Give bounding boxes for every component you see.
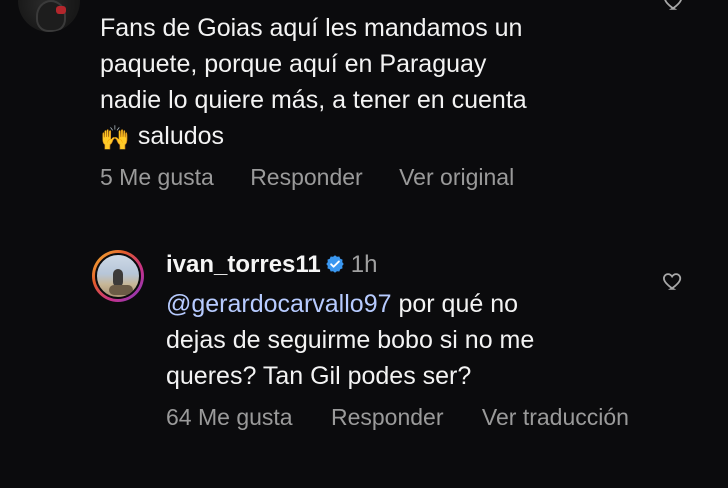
likes-count[interactable]: 5 Me gusta <box>100 164 214 190</box>
avatar-figure <box>36 0 66 32</box>
avatar-bike <box>109 285 133 295</box>
verified-badge-icon <box>325 252 345 273</box>
raising-hands-emoji: 🙌 <box>100 125 130 152</box>
comment-line: saludos <box>137 122 225 150</box>
username[interactable]: ivan_torres11 <box>166 251 321 278</box>
heart-outline-icon[interactable] <box>662 270 684 292</box>
avatar-photo <box>95 253 141 299</box>
reply-line-rest: por qué no <box>391 290 519 318</box>
comment-actions: 5 Me gusta Responder Ver original <box>100 164 544 191</box>
comment-line: paquete, porque aquí en Paraguay <box>100 50 487 78</box>
comment: Fans de Goias aquí les mandamos un paque… <box>0 0 728 210</box>
reply-button[interactable]: Responder <box>250 164 363 190</box>
timestamp: 1h <box>350 251 378 278</box>
avatar[interactable] <box>92 250 144 302</box>
reply-comment: ivan_torres11 1h @gerardocarvallo97 por … <box>0 240 728 488</box>
likes-count[interactable]: 64 Me gusta <box>166 404 293 430</box>
reply-actions: 64 Me gusta Responder Ver traducción <box>166 404 661 431</box>
comment-line: nadie lo quiere más, a tener en cuenta <box>100 86 527 114</box>
see-original-button[interactable]: Ver original <box>399 164 514 190</box>
comment-line: Fans de Goias aquí les mandamos un <box>100 14 523 42</box>
mention-link[interactable]: @gerardocarvallo97 <box>166 290 392 318</box>
reply-line: dejas de seguirme bobo si no me <box>166 326 535 354</box>
avatar[interactable] <box>18 0 80 32</box>
comment-text: Fans de Goias aquí les mandamos un paque… <box>100 10 660 154</box>
translate-button[interactable]: Ver traducción <box>482 404 629 430</box>
comment-line-emoji: 🙌 saludos <box>100 118 660 154</box>
avatar-accent <box>56 6 66 14</box>
reply-text: @gerardocarvallo97 por qué no dejas de s… <box>166 286 636 394</box>
reply-line: queres? Tan Gil podes ser? <box>166 362 472 390</box>
reply-header: ivan_torres11 1h <box>166 250 377 280</box>
comments-screen: Fans de Goias aquí les mandamos un paque… <box>0 0 728 488</box>
reply-line: @gerardocarvallo97 por qué no <box>166 286 636 322</box>
heart-outline-icon[interactable] <box>663 0 685 12</box>
reply-button[interactable]: Responder <box>331 404 444 430</box>
